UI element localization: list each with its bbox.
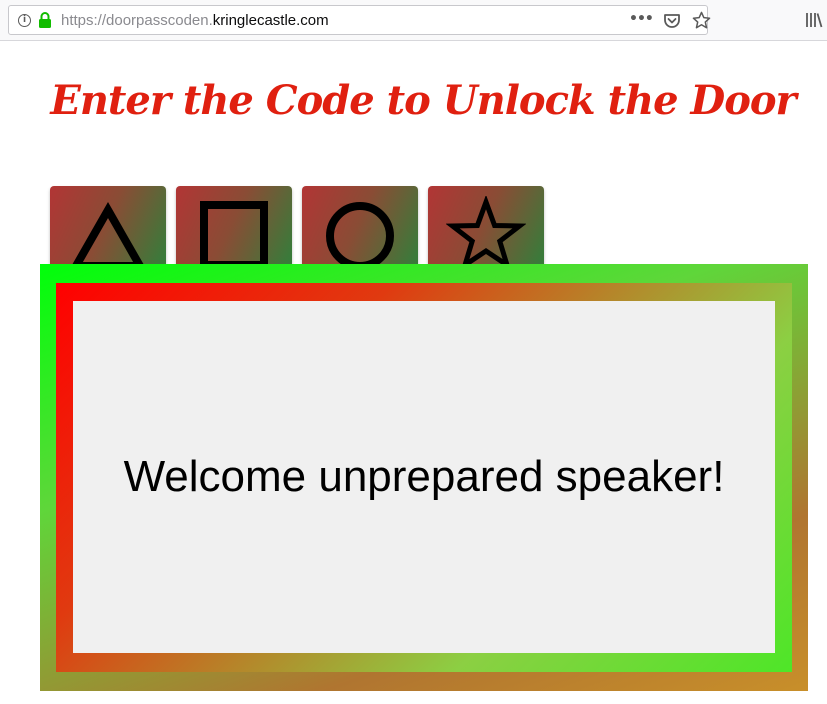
message-frame-inner: Welcome unprepared speaker!: [56, 283, 792, 672]
message-frame-outer: Welcome unprepared speaker!: [40, 264, 808, 691]
info-icon[interactable]: i: [18, 14, 31, 27]
library-icon[interactable]: [805, 12, 823, 28]
url-bar[interactable]: i https://doorpasscoden.kringlecastle.co…: [8, 5, 711, 35]
message-panel: Welcome unprepared speaker!: [73, 301, 775, 653]
page-title: Enter the Code to Unlock the Door: [50, 77, 796, 124]
url-domain: kringlecastle.com: [212, 12, 329, 29]
browser-toolbar: i https://doorpasscoden.kringlecastle.co…: [0, 0, 827, 41]
welcome-message: Welcome unprepared speaker!: [123, 452, 725, 501]
pocket-icon[interactable]: [663, 12, 681, 30]
url-text[interactable]: https://doorpasscoden.kringlecastle.com: [61, 12, 329, 30]
bookmark-star-icon[interactable]: [692, 11, 711, 30]
url-prefix: https://doorpasscoden.: [61, 12, 213, 29]
lock-icon: [39, 12, 51, 28]
page-actions-icon[interactable]: •••: [629, 11, 654, 27]
